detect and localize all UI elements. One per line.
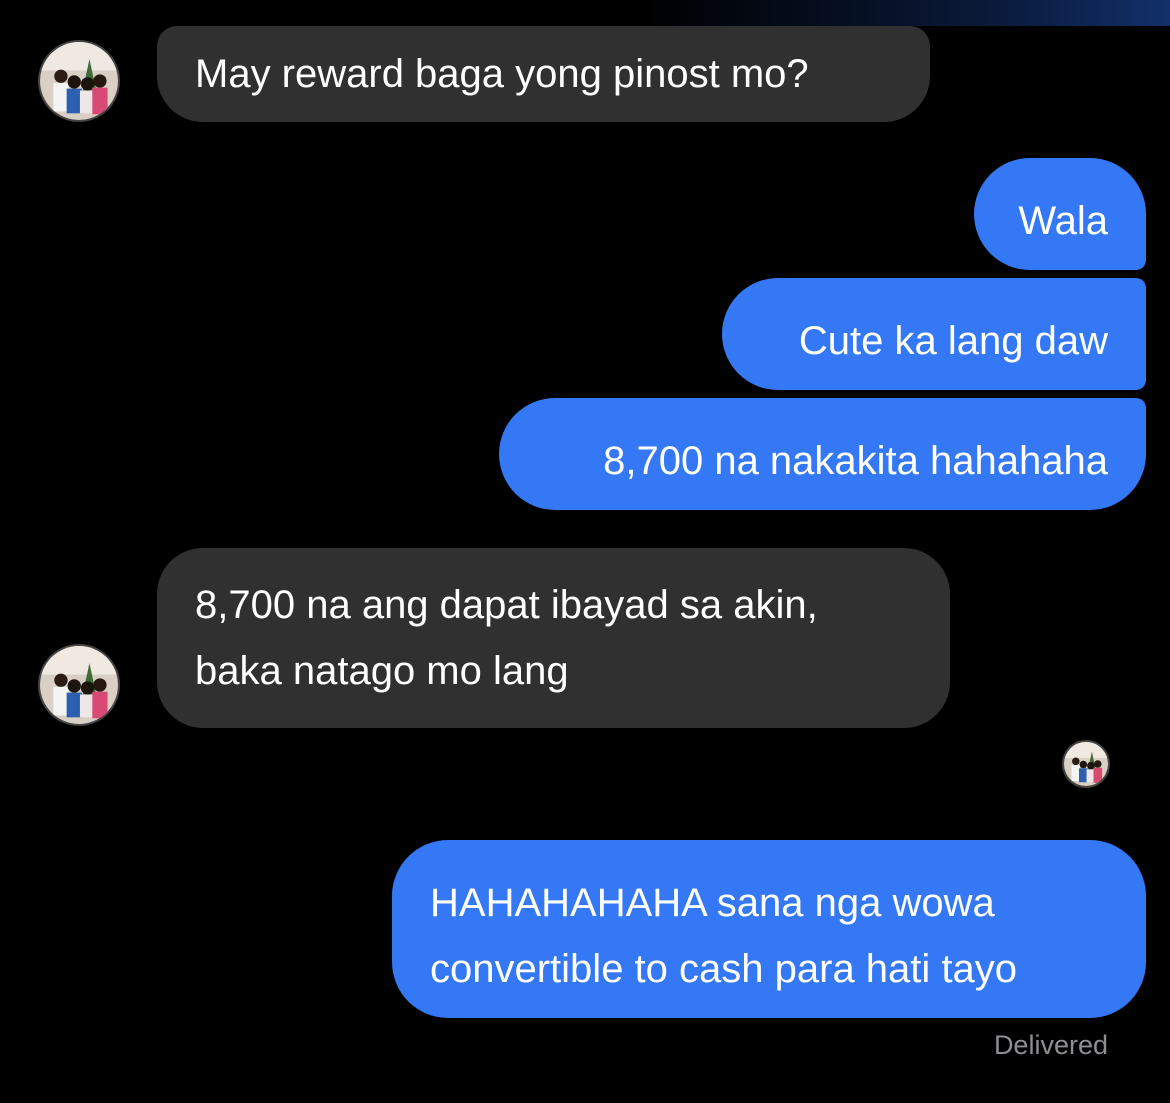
message-text-line: 8,700 na ang dapat ibayad sa akin,	[195, 583, 818, 627]
message-text: May reward baga yong pinost mo?	[195, 52, 809, 96]
message-bubble-incoming[interactable]: 8,700 na ang dapat ibayad sa akin, baka …	[157, 548, 950, 728]
message-text: Cute ka lang daw	[798, 319, 1108, 363]
message-text: 8,700 na nakakita hahahaha	[603, 439, 1108, 483]
group-photo-avatar-icon	[40, 42, 118, 120]
message-text: Wala	[1018, 199, 1108, 243]
group-photo-avatar-icon	[40, 646, 118, 724]
top-bar-edge	[0, 0, 1170, 26]
message-text-line: convertible to cash para hati tayo	[430, 947, 1018, 991]
contact-avatar[interactable]	[38, 40, 120, 122]
message-bubble-outgoing[interactable]: HAHAHAHAHA sana nga wowa convertible to …	[392, 840, 1146, 1018]
delivery-status: Delivered	[993, 1030, 1108, 1060]
message-bubble-outgoing[interactable]: Wala	[974, 158, 1146, 270]
message-bubble-outgoing[interactable]: 8,700 na nakakita hahahaha	[499, 398, 1146, 510]
read-receipt-avatar	[1062, 740, 1110, 788]
message-text-line: baka natago mo lang	[195, 649, 569, 693]
group-photo-avatar-icon	[1064, 742, 1108, 786]
contact-avatar[interactable]	[38, 644, 120, 726]
message-text-line: HAHAHAHAHA sana nga wowa	[430, 881, 995, 925]
message-bubble-incoming[interactable]: May reward baga yong pinost mo?	[157, 26, 930, 122]
message-bubble-outgoing[interactable]: Cute ka lang daw	[722, 278, 1146, 390]
